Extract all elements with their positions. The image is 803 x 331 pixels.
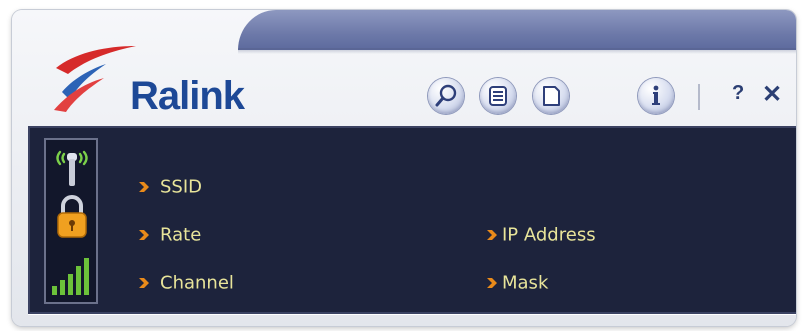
list-icon: [489, 86, 507, 106]
ip-address-label: IP Address: [502, 224, 596, 246]
page-icon: [543, 86, 560, 106]
about-button[interactable]: [638, 78, 674, 114]
signal-strength-icon: [52, 258, 89, 295]
lock-icon: [57, 195, 87, 238]
help-button[interactable]: ?: [732, 82, 744, 105]
ssid-row: SSID: [138, 176, 202, 198]
search-button[interactable]: [428, 78, 464, 114]
bullet-arrow-icon: [139, 278, 149, 288]
status-panel: SSID Rate Channel IP Address Mask: [28, 126, 796, 314]
page-button[interactable]: [533, 78, 569, 114]
ralink-logo-icon: [54, 46, 136, 112]
status-icons-column: [44, 138, 98, 304]
channel-row: Channel: [138, 272, 234, 294]
channel-label: Channel: [160, 272, 234, 294]
bullet-arrow-icon: [487, 278, 497, 288]
rate-label: Rate: [160, 224, 202, 246]
list-button[interactable]: [480, 78, 516, 114]
brand-name: Ralink: [130, 74, 245, 118]
info-icon: [652, 85, 660, 105]
mask-label: Mask: [502, 272, 549, 294]
magnifier-icon: [435, 84, 457, 107]
bullet-arrow-icon: [487, 230, 497, 240]
ssid-label: SSID: [160, 176, 203, 198]
bullet-arrow-icon: [139, 230, 149, 240]
bullet-arrow-icon: [139, 182, 149, 192]
mask-row: Mask: [486, 272, 548, 294]
antenna-icon: [56, 150, 88, 186]
ip-address-row: IP Address: [486, 224, 596, 246]
close-button[interactable]: ✕: [762, 80, 782, 109]
app-window: Ralink ? ✕ SSID Rate Channel IP Address …: [12, 10, 796, 326]
toolbar-separator: [698, 84, 700, 110]
rate-row: Rate: [138, 224, 201, 246]
title-bar[interactable]: [238, 10, 796, 54]
